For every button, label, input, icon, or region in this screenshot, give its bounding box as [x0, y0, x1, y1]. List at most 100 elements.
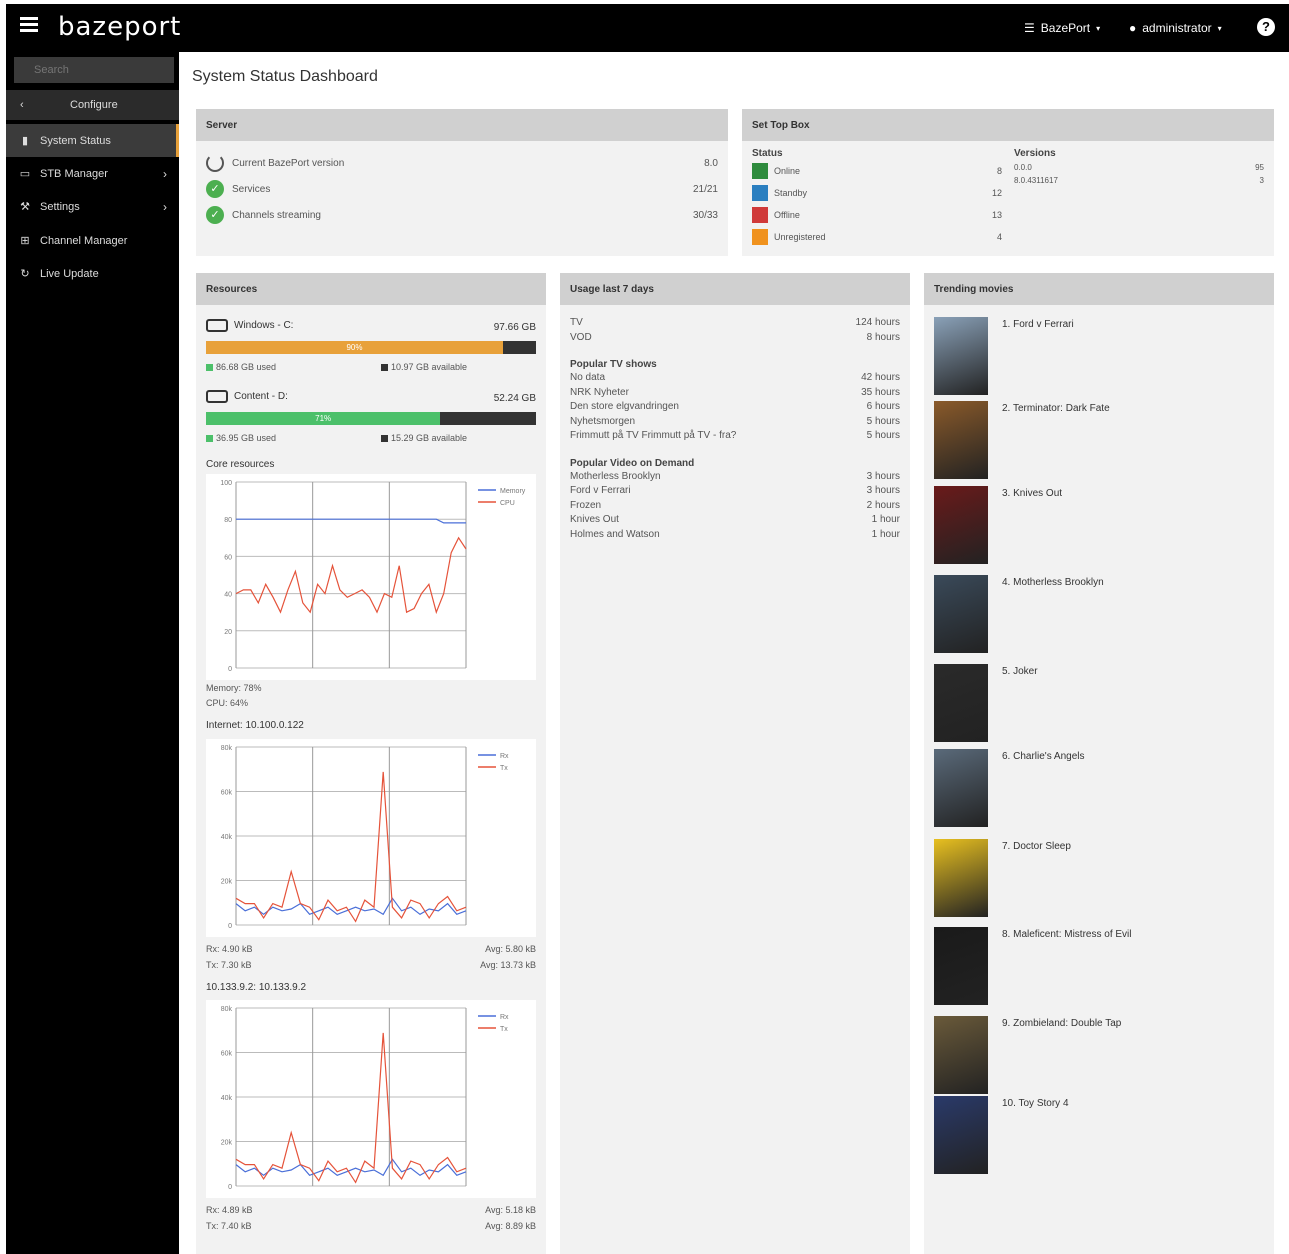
user-dropdown[interactable]: ● administrator ▾: [1129, 21, 1222, 35]
sidebar-item-channel-manager[interactable]: ⊞ Channel Manager: [6, 224, 179, 257]
series-line-memory: [236, 518, 466, 524]
usage-value: 2 hours: [866, 499, 900, 511]
cpu-readout: CPU: 64%: [206, 698, 249, 708]
org-dropdown[interactable]: ☰ BazePort ▾: [1024, 21, 1100, 35]
stb-version-row: 0.0.0 95: [1014, 163, 1264, 172]
monitor-icon: ▭: [19, 168, 31, 180]
sidebar-item-system-status[interactable]: ▮ System Status: [6, 124, 179, 157]
usage-panel: Usage last 7 days TV 124 hours VOD 8 hours …: [560, 273, 910, 1254]
movie-title[interactable]: 6. Charlie's Angels: [1002, 751, 1085, 762]
disk-c-fill: 90%: [206, 341, 503, 354]
chevron-left-icon: ‹: [20, 99, 24, 111]
movie-poster[interactable]: [934, 1096, 988, 1174]
check-circle-icon: ✓: [206, 180, 224, 198]
movie-item[interactable]: 7. Doctor Sleep: [934, 839, 1071, 917]
usage-value: 124 hours: [855, 317, 900, 328]
movie-poster[interactable]: [934, 839, 988, 917]
movie-poster[interactable]: [934, 664, 988, 742]
movie-title[interactable]: 4. Motherless Brooklyn: [1002, 577, 1104, 588]
user-label: administrator: [1142, 21, 1212, 35]
net1-avg-tx: Avg: 13.73 kB: [480, 960, 536, 970]
usage-label: Den store elgvandringen: [570, 401, 679, 412]
power-icon: [206, 154, 224, 172]
y-tick-label: 100: [220, 480, 232, 487]
caret-down-icon: ▾: [1096, 23, 1101, 33]
y-tick-label: 40: [224, 592, 232, 599]
popular-vod-row: Frozen 2 hours: [570, 499, 900, 514]
disk-c-available: 10.97 GB available: [381, 362, 467, 372]
stb-panel-title: Set Top Box: [742, 109, 1274, 141]
server-row-version: Current BazePort version: [206, 154, 344, 172]
movie-title[interactable]: 7. Doctor Sleep: [1002, 841, 1071, 852]
usage-label: Knives Out: [570, 514, 619, 525]
net2-title: 10.133.9.2: 10.133.9.2: [206, 982, 307, 993]
movie-title[interactable]: 5. Joker: [1002, 666, 1038, 677]
usage-label: TV: [570, 317, 583, 328]
menu-icon[interactable]: [20, 17, 38, 32]
net1-tx: Tx: 7.30 kB: [206, 960, 252, 970]
movie-title[interactable]: 3. Knives Out: [1002, 488, 1062, 499]
movie-poster[interactable]: [934, 927, 988, 1005]
y-tick-label: 60k: [221, 1051, 233, 1058]
stb-status-row: Unregistered 4: [752, 229, 1002, 247]
popular-vod-row: Ford v Ferrari 3 hours: [570, 484, 900, 499]
movie-item[interactable]: 6. Charlie's Angels: [934, 749, 1085, 827]
status-label: Offline: [774, 210, 800, 220]
movie-poster[interactable]: [934, 1016, 988, 1094]
movie-title[interactable]: 10. Toy Story 4: [1002, 1098, 1069, 1109]
movie-item[interactable]: 9. Zombieland: Double Tap: [934, 1016, 1121, 1094]
net1-avg-rx: Avg: 5.80 kB: [485, 944, 536, 954]
sidebar-item-live-update[interactable]: ↻ Live Update: [6, 257, 179, 290]
popular-tv-row: Nyhetsmorgen 5 hours: [570, 415, 900, 430]
search-input[interactable]: [14, 57, 174, 83]
sidebar: ‹ Configure ▮ System Status ▭ STB Manage…: [6, 52, 179, 1254]
movie-title[interactable]: 1. Ford v Ferrari: [1002, 319, 1074, 330]
movie-item[interactable]: 8. Maleficent: Mistress of Evil: [934, 927, 1131, 1005]
usage-label: Motherless Brooklyn: [570, 470, 661, 482]
movie-poster[interactable]: [934, 749, 988, 827]
movie-item[interactable]: 1. Ford v Ferrari: [934, 317, 1074, 395]
movie-item[interactable]: 4. Motherless Brooklyn: [934, 575, 1104, 653]
usage-label: Ford v Ferrari: [570, 485, 631, 496]
sidebar-item-stb-manager[interactable]: ▭ STB Manager ›: [6, 157, 179, 190]
usage-value: 8 hours: [866, 331, 900, 343]
server-row-label: Channels streaming: [232, 209, 321, 221]
movie-poster[interactable]: [934, 401, 988, 479]
movie-item[interactable]: 3. Knives Out: [934, 486, 1062, 564]
movie-title[interactable]: 2. Terminator: Dark Fate: [1002, 403, 1110, 414]
movie-poster[interactable]: [934, 317, 988, 395]
disk-c-header: Windows - C:: [206, 319, 293, 332]
server-panel: Server Current BazePort version 8.0 ✓ Se…: [196, 109, 728, 256]
legend-label: Rx: [500, 753, 509, 760]
memory-readout: Memory: 78%: [206, 683, 262, 693]
usage-value: 5 hours: [866, 430, 900, 441]
sidebar-item-label: STB Manager: [40, 168, 108, 180]
status-count: 12: [991, 188, 1002, 198]
y-tick-label: 0: [228, 666, 232, 673]
movie-item[interactable]: 2. Terminator: Dark Fate: [934, 401, 1110, 479]
status-swatch: [752, 163, 768, 179]
help-icon[interactable]: ?: [1257, 18, 1275, 36]
logo[interactable]: bazeport: [58, 12, 181, 42]
check-circle-icon: ✓: [206, 206, 224, 224]
configure-header[interactable]: ‹ Configure: [6, 90, 179, 120]
movie-item[interactable]: 5. Joker: [934, 664, 1038, 742]
status-label: Online: [774, 166, 801, 176]
hdd-icon: [206, 319, 228, 332]
status-swatch: [752, 229, 768, 245]
y-tick-label: 80: [224, 517, 232, 524]
sidebar-item-settings[interactable]: ⚒ Settings ›: [6, 190, 179, 223]
status-count: 13: [991, 210, 1002, 220]
status-count: 8: [996, 166, 1002, 176]
movie-item[interactable]: 10. Toy Story 4: [934, 1096, 1069, 1174]
y-tick-label: 80k: [221, 745, 233, 752]
status-count: 4: [996, 232, 1002, 242]
stb-status-row: Standby 12: [752, 185, 1002, 203]
org-label: BazePort: [1040, 21, 1091, 35]
movie-title[interactable]: 8. Maleficent: Mistress of Evil: [1002, 929, 1131, 940]
usage-panel-title: Usage last 7 days: [560, 273, 910, 305]
movie-title[interactable]: 9. Zombieland: Double Tap: [1002, 1018, 1121, 1029]
disk-name: Windows - C:: [234, 320, 294, 331]
movie-poster[interactable]: [934, 575, 988, 653]
movie-poster[interactable]: [934, 486, 988, 564]
